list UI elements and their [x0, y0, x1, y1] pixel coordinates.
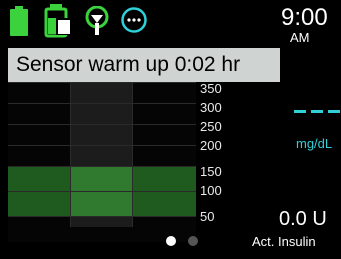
clock-ampm: AM [290, 30, 310, 45]
y-tick-250: 250 [200, 119, 222, 134]
options-icon[interactable] [121, 7, 147, 33]
y-tick-150: 150 [200, 164, 222, 179]
glucose-value-placeholder [294, 110, 340, 113]
y-tick-350: 350 [200, 81, 222, 96]
y-tick-300: 300 [200, 100, 222, 115]
active-insulin-value: 0.0 U [279, 208, 327, 230]
sensor-icon [85, 6, 109, 35]
glucose-trend-chart[interactable] [8, 82, 196, 242]
y-tick-100: 100 [200, 183, 222, 198]
page-indicator-dot [188, 236, 198, 246]
active-insulin-label: Act. Insulin [252, 234, 316, 249]
y-tick-50: 50 [200, 209, 215, 224]
banner-text: Sensor warm up 0:02 hr [16, 53, 241, 76]
battery-icon [10, 6, 28, 36]
y-tick-200: 200 [200, 138, 222, 153]
reservoir-icon [44, 4, 71, 38]
clock-time: 9:00 [281, 4, 328, 31]
page-indicator-dot-active [166, 236, 176, 246]
glucose-units: mg/dL [296, 136, 333, 151]
